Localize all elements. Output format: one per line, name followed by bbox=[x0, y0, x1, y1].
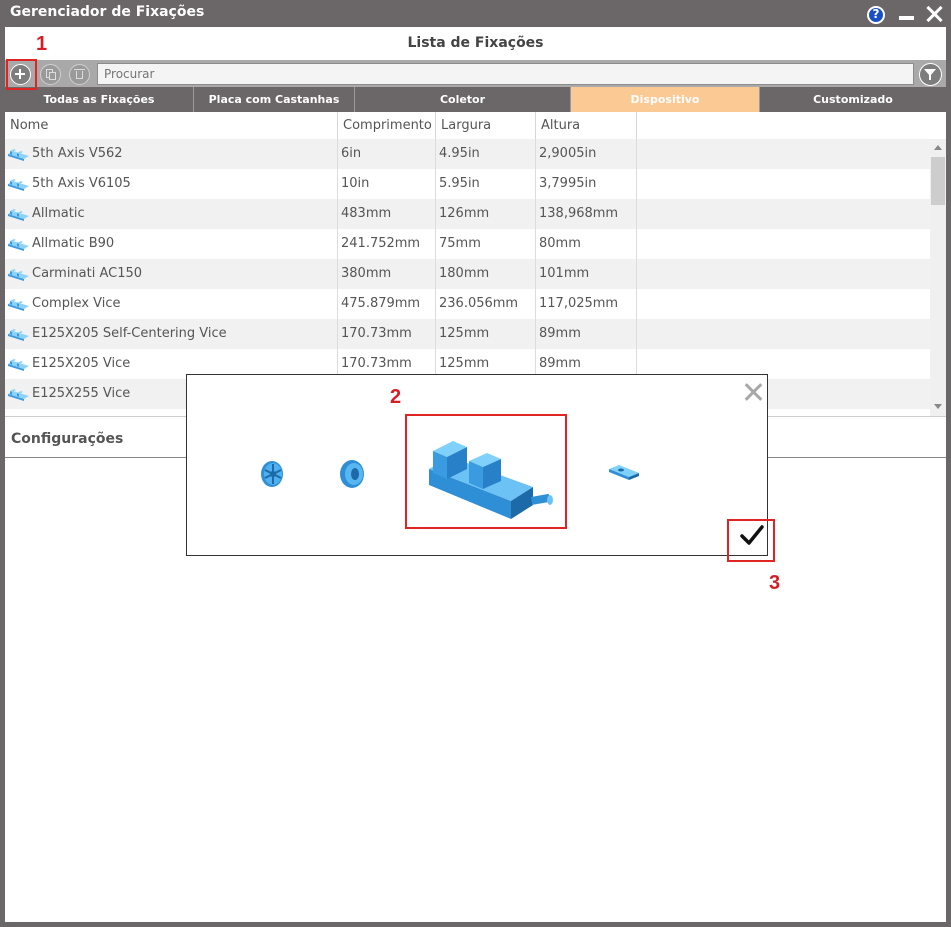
dialog-close-icon[interactable] bbox=[743, 381, 765, 403]
vise-row-icon bbox=[8, 299, 29, 311]
trash-lid-icon bbox=[74, 69, 85, 70]
annotation-box-1 bbox=[6, 59, 37, 90]
custom-fixture-icon[interactable] bbox=[607, 463, 641, 481]
cell-largura: 180mm bbox=[436, 259, 536, 289]
column-header-altura[interactable]: Altura bbox=[536, 112, 637, 139]
column-header-comprimento[interactable]: Comprimento bbox=[338, 112, 436, 139]
cell-altura: 3,7995in bbox=[536, 169, 637, 199]
cell-largura: 125mm bbox=[436, 319, 536, 349]
table-row[interactable]: 5th Axis V6105 10in 5.95in 3,7995in bbox=[5, 169, 930, 199]
vise-row-icon bbox=[8, 359, 29, 371]
fixture-name: E125X255 Vice bbox=[32, 386, 131, 401]
cell-nome: Allmatic bbox=[5, 199, 338, 229]
column-header-nome[interactable]: Nome bbox=[5, 112, 338, 139]
close-window-icon[interactable] bbox=[924, 4, 944, 24]
fixture-name: Allmatic bbox=[32, 206, 85, 221]
copy-fixture-button[interactable] bbox=[40, 64, 61, 85]
table-row[interactable]: Allmatic 483mm 126mm 138,968mm bbox=[5, 199, 930, 229]
vise-row-icon bbox=[8, 269, 29, 281]
scroll-up-arrow-icon[interactable] bbox=[934, 145, 942, 150]
list-title: Lista de Fixações bbox=[407, 35, 544, 51]
cell-altura: 80mm bbox=[536, 229, 637, 259]
cell-nome: E125X205 Self-Centering Vice bbox=[5, 319, 338, 349]
fixture-name: E125X205 Vice bbox=[32, 356, 131, 371]
table-row[interactable]: Complex Vice 475.879mm 236.056mm 117,025mm bbox=[5, 289, 930, 319]
cell-comprimento: 170.73mm bbox=[338, 319, 436, 349]
table-row[interactable]: 5th Axis V562 6in 4.95in 2,9005in bbox=[5, 139, 930, 169]
toolbar bbox=[5, 60, 946, 88]
cell-comprimento: 10in bbox=[338, 169, 436, 199]
configurations-title: Configurações bbox=[11, 431, 124, 447]
table-header: Nome Comprimento Largura Altura bbox=[5, 112, 946, 139]
vise-row-icon bbox=[8, 389, 29, 401]
fixture-name: 5th Axis V562 bbox=[32, 146, 123, 161]
vise-row-icon bbox=[8, 149, 29, 161]
cell-altura: 2,9005in bbox=[536, 139, 637, 169]
cell-nome: 5th Axis V6105 bbox=[5, 169, 338, 199]
scroll-thumb[interactable] bbox=[931, 157, 945, 205]
cell-comprimento: 475.879mm bbox=[338, 289, 436, 319]
help-glyph: ? bbox=[872, 7, 880, 21]
vise-row-icon bbox=[8, 239, 29, 251]
tab-coletor[interactable]: Coletor bbox=[355, 87, 571, 112]
fixture-name: Complex Vice bbox=[32, 296, 121, 311]
annotation-number-2: 2 bbox=[390, 386, 402, 408]
cell-altura: 89mm bbox=[536, 319, 637, 349]
cell-comprimento: 483mm bbox=[338, 199, 436, 229]
annotation-number-3: 3 bbox=[769, 572, 781, 594]
cell-largura: 75mm bbox=[436, 229, 536, 259]
fixture-name: 5th Axis V6105 bbox=[32, 176, 131, 191]
trash-icon bbox=[76, 71, 83, 79]
tab-todas-fixacoes[interactable]: Todas as Fixações bbox=[5, 87, 194, 112]
category-tabs: Todas as Fixações Placa com Castanhas Co… bbox=[5, 87, 946, 112]
annotation-box-2 bbox=[405, 414, 567, 529]
column-header-largura[interactable]: Largura bbox=[436, 112, 536, 139]
cell-nome: Allmatic B90 bbox=[5, 229, 338, 259]
fixtures-table: Nome Comprimento Largura Altura 5th Axis… bbox=[5, 112, 946, 417]
tab-placa-castanhas[interactable]: Placa com Castanhas bbox=[194, 87, 355, 112]
vise-row-icon bbox=[8, 179, 29, 191]
four-jaw-chuck-icon[interactable] bbox=[339, 458, 367, 490]
scroll-down-arrow-icon[interactable] bbox=[934, 404, 942, 409]
tab-dispositivo[interactable]: Dispositivo bbox=[571, 87, 760, 112]
copy-icon-front bbox=[49, 72, 56, 80]
fixture-name: Allmatic B90 bbox=[32, 236, 115, 251]
table-row[interactable]: Allmatic B90 241.752mm 75mm 80mm bbox=[5, 229, 930, 259]
annotation-box-3 bbox=[727, 519, 775, 562]
cell-largura: 4.95in bbox=[436, 139, 536, 169]
cell-comprimento: 241.752mm bbox=[338, 229, 436, 259]
vise-row-icon bbox=[8, 329, 29, 341]
title-bar: Gerenciador de Fixações ? bbox=[0, 0, 951, 27]
fixture-name: Carminati AC150 bbox=[32, 266, 143, 281]
cell-largura: 236.056mm bbox=[436, 289, 536, 319]
cell-largura: 5.95in bbox=[436, 169, 536, 199]
cell-nome: Complex Vice bbox=[5, 289, 338, 319]
minimize-icon[interactable] bbox=[899, 16, 914, 20]
cell-altura: 138,968mm bbox=[536, 199, 637, 229]
search-input[interactable] bbox=[97, 63, 914, 85]
fixture-manager-window: Gerenciador de Fixações ? Lista de Fixaç… bbox=[0, 0, 951, 927]
window-title: Gerenciador de Fixações bbox=[10, 4, 205, 20]
table-row[interactable]: E125X205 Self-Centering Vice 170.73mm 125m… bbox=[5, 319, 930, 349]
three-jaw-chuck-icon[interactable] bbox=[259, 459, 285, 489]
table-row[interactable]: Carminati AC150 380mm 180mm 101mm bbox=[5, 259, 930, 289]
tab-customizado[interactable]: Customizado bbox=[760, 87, 946, 112]
cell-nome: Carminati AC150 bbox=[5, 259, 338, 289]
cell-altura: 117,025mm bbox=[536, 289, 637, 319]
cell-comprimento: 380mm bbox=[338, 259, 436, 289]
cell-comprimento: 6in bbox=[338, 139, 436, 169]
cell-altura: 101mm bbox=[536, 259, 637, 289]
cell-nome: 5th Axis V562 bbox=[5, 139, 338, 169]
fixture-name: E125X205 Self-Centering Vice bbox=[32, 326, 227, 341]
vertical-scrollbar[interactable] bbox=[930, 139, 946, 416]
delete-fixture-button[interactable] bbox=[69, 64, 90, 85]
annotation-number-1: 1 bbox=[36, 33, 48, 55]
vise-row-icon bbox=[8, 209, 29, 221]
cell-largura: 126mm bbox=[436, 199, 536, 229]
filter-icon-stem bbox=[929, 75, 931, 80]
help-icon[interactable]: ? bbox=[867, 6, 885, 24]
filter-button[interactable] bbox=[919, 63, 942, 86]
